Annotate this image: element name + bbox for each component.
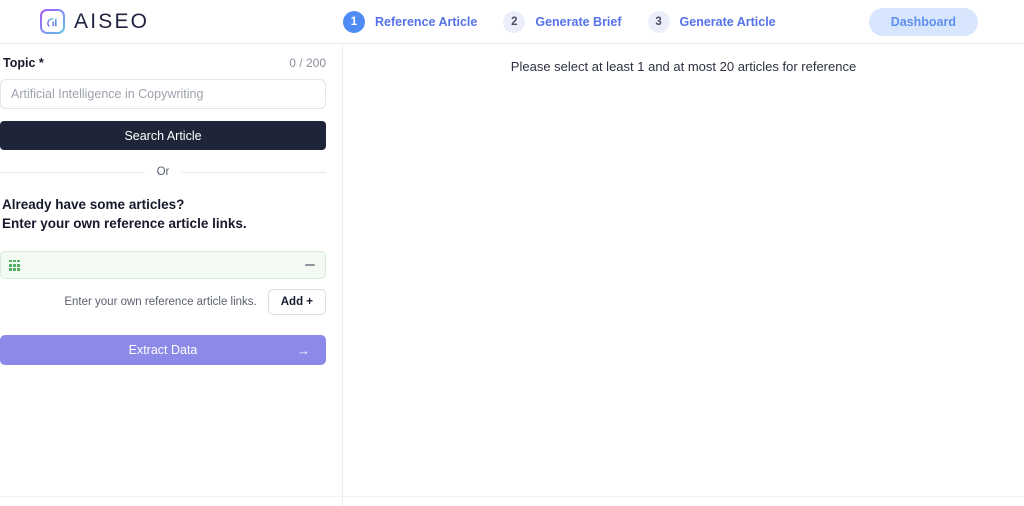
topic-header-row: Topic * 0 / 200: [0, 56, 326, 70]
heading-line-1: Already have some articles?: [2, 197, 185, 212]
topic-input[interactable]: [0, 79, 326, 109]
brand-logo[interactable]: AISEO: [0, 9, 343, 34]
minus-icon[interactable]: [304, 259, 316, 271]
aiseo-chart-logo-icon: [40, 9, 65, 34]
step-1-label: Reference Article: [375, 14, 478, 29]
brand-name: AISEO: [74, 9, 150, 33]
header-actions: Dashboard: [868, 7, 978, 36]
step-reference-article[interactable]: 1 Reference Article: [343, 10, 478, 33]
step-2-number: 2: [503, 10, 526, 33]
heading-line-2: Enter your own reference article links.: [2, 216, 247, 232]
arrow-right-icon: →: [297, 342, 310, 358]
reference-link-input[interactable]: [28, 258, 296, 273]
extract-data-button[interactable]: Extract Data →: [0, 335, 326, 366]
sidebar-panel: Topic * 0 / 200 Search Article Or Alread…: [0, 44, 343, 506]
app-body: Topic * 0 / 200 Search Article Or Alread…: [0, 44, 1024, 506]
add-link-row: Enter your own reference article links. …: [0, 289, 326, 316]
dashboard-button[interactable]: Dashboard: [868, 7, 978, 36]
extract-data-label: Extract Data: [128, 343, 198, 358]
step-3-number: 3: [647, 10, 670, 33]
topic-character-counter: 0 / 200: [289, 56, 326, 70]
bottom-divider: [0, 496, 1024, 497]
or-label: Or: [156, 166, 170, 178]
app-header: AISEO 1 Reference Article 2 Generate Bri…: [0, 0, 1024, 44]
already-have-articles-heading: Already have some articles? Enter your o…: [0, 195, 326, 233]
topic-label: Topic *: [3, 56, 44, 70]
divider-line-right: [181, 171, 326, 173]
step-generate-article[interactable]: 3 Generate Article: [647, 10, 776, 33]
main-panel: Please select at least 1 and at most 20 …: [343, 44, 1024, 506]
step-2-label: Generate Brief: [535, 14, 622, 29]
step-1-number: 1: [343, 10, 365, 33]
reference-link-row: [0, 251, 326, 280]
search-article-button[interactable]: Search Article: [0, 121, 326, 150]
step-indicator: 1 Reference Article 2 Generate Brief 3 G…: [343, 10, 776, 33]
step-3-label: Generate Article: [679, 14, 776, 29]
divider-line-left: [0, 171, 145, 173]
drag-handle-icon[interactable]: [9, 259, 20, 271]
step-generate-brief[interactable]: 2 Generate Brief: [503, 10, 622, 33]
or-divider: Or: [0, 166, 326, 178]
add-link-button[interactable]: Add +: [267, 289, 326, 316]
selection-instruction-message: Please select at least 1 and at most 20 …: [510, 59, 857, 74]
add-link-hint: Enter your own reference article links.: [64, 296, 257, 309]
app-root: AISEO 1 Reference Article 2 Generate Bri…: [0, 0, 1024, 506]
